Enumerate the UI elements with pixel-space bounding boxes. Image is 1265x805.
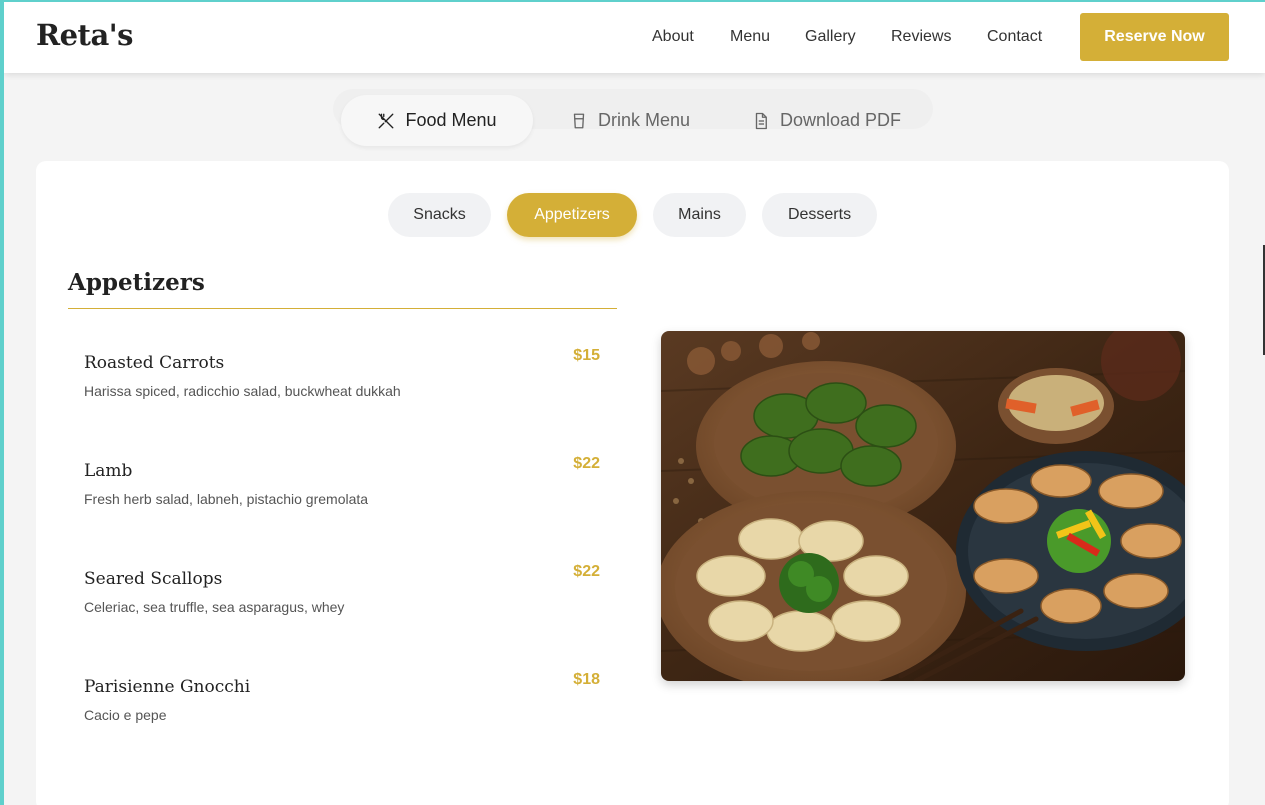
item-description: Harissa spiced, radicchio salad, buckwhe… [84, 383, 401, 399]
brand-logo[interactable]: Reta's [36, 18, 133, 52]
reserve-now-button[interactable]: Reserve Now [1080, 13, 1229, 61]
category-appetizers[interactable]: Appetizers [507, 193, 637, 237]
item-description: Cacio e pepe [84, 707, 167, 723]
item-name: Lamb [84, 461, 133, 481]
dumplings-photo [661, 331, 1185, 681]
section-title: Appetizers [68, 269, 205, 296]
utensils-icon [379, 113, 394, 128]
nav-about[interactable]: About [652, 28, 694, 46]
menu-item: Parisienne Gnocchi $18 Cacio e pepe [84, 671, 600, 723]
tab-label: Download PDF [780, 110, 902, 130]
document-icon [755, 112, 767, 129]
item-price: $15 [573, 347, 600, 364]
cup-icon [573, 113, 585, 128]
item-name: Seared Scallops [84, 569, 223, 589]
tab-food-menu[interactable]: Food Menu [341, 95, 533, 146]
item-description: Fresh herb salad, labneh, pistachio grem… [84, 491, 369, 507]
nav-gallery[interactable]: Gallery [805, 28, 856, 46]
item-price: $18 [573, 671, 600, 688]
nav-reviews[interactable]: Reviews [891, 28, 951, 46]
item-description: Celeriac, sea truffle, sea asparagus, wh… [84, 599, 345, 615]
menu-item: Lamb $22 Fresh herb salad, labneh, pista… [84, 455, 600, 507]
site-header: Reta's About Menu Gallery Reviews Contac… [4, 2, 1265, 73]
category-snacks[interactable]: Snacks [388, 193, 491, 237]
item-price: $22 [573, 563, 600, 580]
item-name: Parisienne Gnocchi [84, 677, 251, 697]
window-edge [0, 0, 4, 805]
menu-item: Roasted Carrots $15 Harissa spiced, radi… [84, 347, 600, 399]
window-edge-top [0, 0, 1265, 2]
nav-contact[interactable]: Contact [987, 28, 1042, 46]
tab-download-pdf[interactable]: Download PDF [752, 110, 901, 131]
tab-label: Drink Menu [598, 110, 691, 130]
item-price: $22 [573, 455, 600, 472]
menu-item: Seared Scallops $22 Celeriac, sea truffl… [84, 563, 600, 615]
category-mains[interactable]: Mains [653, 193, 746, 237]
nav-menu[interactable]: Menu [730, 28, 770, 46]
item-name: Roasted Carrots [84, 353, 225, 373]
tab-label: Food Menu [405, 110, 497, 130]
category-desserts[interactable]: Desserts [762, 193, 877, 237]
section-divider [68, 308, 617, 309]
tab-drink-menu[interactable]: Drink Menu [570, 110, 690, 131]
